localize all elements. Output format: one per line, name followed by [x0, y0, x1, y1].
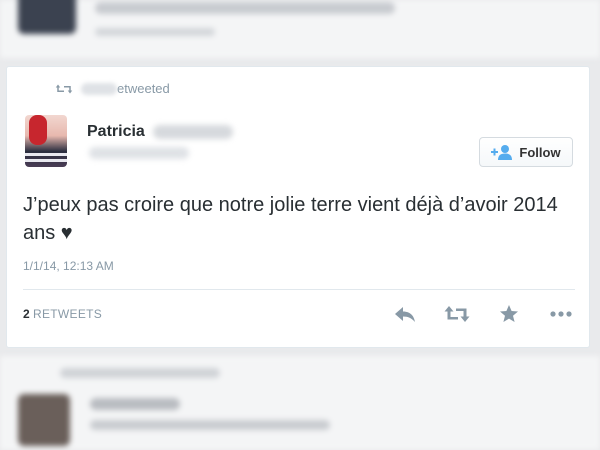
avatar[interactable] [25, 115, 67, 167]
retweeter-name-blurred [81, 82, 117, 95]
tweet-card[interactable]: etweeted Patricia Follow J’peux pas croi… [6, 66, 590, 348]
retweet-count: 2 [23, 307, 30, 321]
tweet-actions [392, 303, 574, 325]
retweet-context: etweeted [55, 81, 170, 96]
blurred-previous-tweet [0, 0, 600, 58]
tweet-text: J’peux pas croire que notre jolie terre … [23, 194, 558, 244]
retweet-context-label: etweeted [117, 81, 170, 96]
author-name-row[interactable]: Patricia [87, 123, 233, 141]
page: etweeted Patricia Follow J’peux pas croi… [0, 0, 600, 450]
reply-icon [395, 307, 415, 322]
author-surname-blurred [152, 125, 233, 139]
blurred-next-tweet [0, 356, 600, 450]
retweet-icon [444, 306, 470, 322]
tweet-timestamp[interactable]: 1/1/14, 12:13 AM [23, 259, 114, 273]
follow-button-label: Follow [519, 144, 561, 160]
more-button[interactable] [548, 303, 574, 325]
reply-button[interactable] [392, 303, 418, 325]
retweet-icon [55, 84, 73, 93]
author-display-name[interactable]: Patricia [87, 123, 145, 141]
author-handle-blurred [89, 147, 189, 159]
favorite-button[interactable] [496, 303, 522, 325]
more-dots-icon [550, 311, 572, 317]
retweet-button[interactable] [444, 303, 470, 325]
follow-button[interactable]: Follow [479, 137, 573, 167]
divider [23, 289, 575, 290]
follow-user-icon [491, 145, 513, 160]
retweet-stats-label: RETWEETS [32, 307, 103, 321]
favorite-star-icon [500, 305, 518, 322]
retweet-stats[interactable]: 2 RETWEETS [23, 307, 102, 321]
